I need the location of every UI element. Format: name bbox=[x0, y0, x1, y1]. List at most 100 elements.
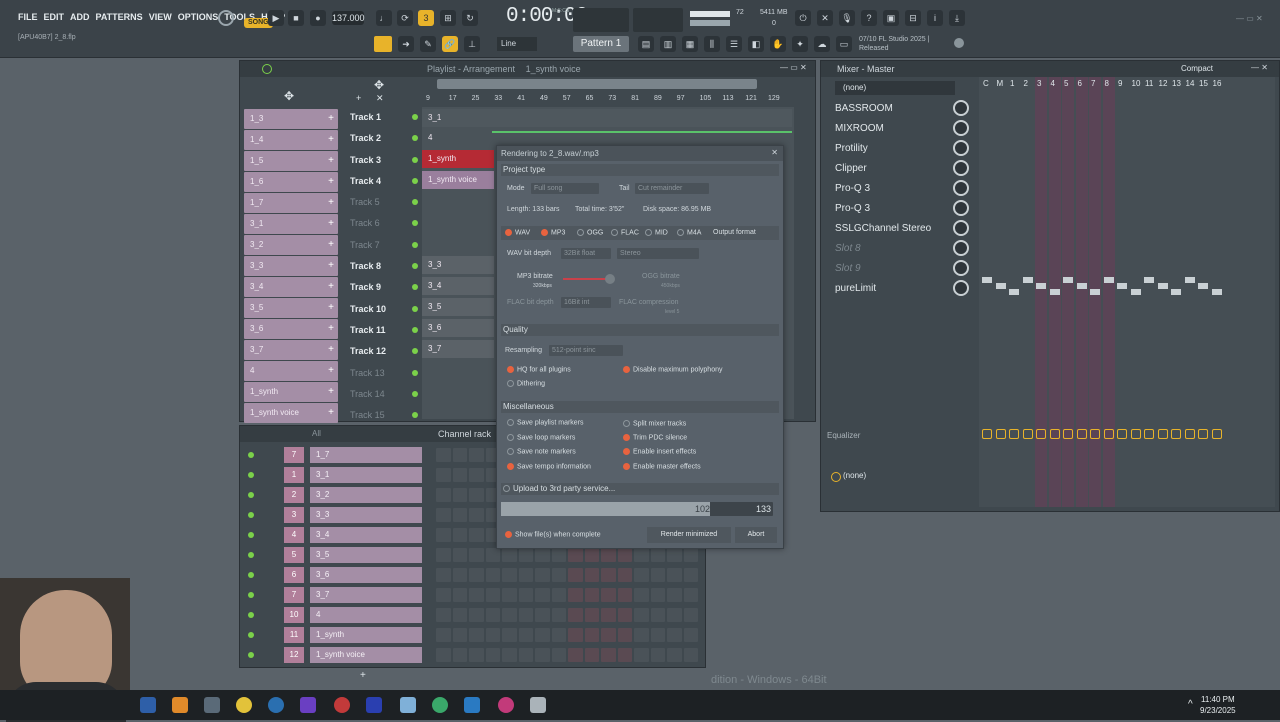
step-button[interactable] bbox=[485, 588, 500, 602]
upload-section[interactable]: Upload to 3rd party service... bbox=[501, 483, 779, 495]
mixer-strip[interactable]: 16 bbox=[1211, 77, 1223, 507]
volume-fader[interactable] bbox=[1117, 283, 1127, 289]
format-m4a[interactable]: M4A bbox=[677, 229, 701, 236]
step-button[interactable] bbox=[683, 628, 698, 642]
mix-level-knob-icon[interactable] bbox=[953, 160, 969, 176]
pattern-item[interactable]: 3_6 + bbox=[244, 319, 338, 339]
step-button[interactable] bbox=[634, 568, 649, 582]
track-header[interactable]: Track 6 bbox=[348, 213, 418, 234]
pattern-item[interactable]: 3_7 + bbox=[244, 340, 338, 360]
add-track-icon[interactable]: + bbox=[356, 93, 361, 103]
track-header[interactable]: Track 9 bbox=[348, 277, 418, 298]
news-panel[interactable]: 07/10 FL Studio 2025 | Released bbox=[859, 35, 929, 53]
channel-led-icon[interactable] bbox=[248, 472, 254, 478]
step-button[interactable] bbox=[502, 628, 517, 642]
fx-toggle-icon[interactable] bbox=[1144, 429, 1154, 439]
step-button[interactable] bbox=[617, 568, 632, 582]
move-pattern-icon[interactable]: + bbox=[328, 361, 334, 381]
search-icon[interactable] bbox=[268, 697, 284, 713]
mix-level-knob-icon[interactable] bbox=[953, 100, 969, 116]
step-button[interactable] bbox=[452, 508, 467, 522]
fx-toggle-icon[interactable] bbox=[1063, 429, 1073, 439]
step-button[interactable] bbox=[617, 548, 632, 562]
save-icon[interactable]: ▣ bbox=[883, 10, 899, 26]
move-pattern-icon[interactable]: + bbox=[328, 151, 334, 171]
step-button[interactable] bbox=[683, 588, 698, 602]
step-button[interactable] bbox=[502, 588, 517, 602]
step-button[interactable] bbox=[535, 608, 550, 622]
step-button[interactable] bbox=[617, 588, 632, 602]
link-icon[interactable]: 🔗 bbox=[442, 36, 458, 52]
mixer-track-number[interactable]: 1 bbox=[284, 467, 304, 483]
tools-icon[interactable]: ✦ bbox=[792, 36, 808, 52]
channel-name-button[interactable]: 3_4 bbox=[310, 527, 422, 543]
track-mute-icon[interactable] bbox=[412, 305, 418, 312]
format-wav[interactable]: WAV bbox=[505, 229, 530, 236]
step-button[interactable] bbox=[452, 648, 467, 662]
step-button[interactable] bbox=[452, 488, 467, 502]
pattern-item[interactable]: 1_4 + bbox=[244, 130, 338, 150]
fx-toggle-icon[interactable] bbox=[1130, 429, 1141, 439]
browser-icon[interactable]: ☰ bbox=[726, 36, 742, 52]
track-header[interactable]: Track 10 bbox=[348, 299, 418, 320]
tail-select[interactable]: Cut remainder bbox=[635, 183, 709, 194]
editor-icon[interactable] bbox=[400, 697, 416, 713]
stamp-icon[interactable]: ⊥ bbox=[464, 36, 480, 52]
fx-toggle-icon[interactable] bbox=[995, 429, 1006, 439]
fx-toggle-icon[interactable] bbox=[1103, 429, 1114, 439]
step-button[interactable] bbox=[469, 508, 484, 522]
effect-slot[interactable]: BASSROOM bbox=[827, 99, 969, 118]
move-pattern-icon[interactable]: + bbox=[328, 277, 334, 297]
channel-row[interactable]: 7 3_7 bbox=[246, 586, 698, 605]
step-button[interactable] bbox=[518, 588, 533, 602]
mixer-track-number[interactable]: 7 bbox=[284, 447, 304, 463]
move-pattern-icon[interactable]: + bbox=[328, 130, 334, 150]
system-clock[interactable]: 11:40 PM 9/23/2025 bbox=[1200, 694, 1236, 716]
step-button[interactable] bbox=[568, 568, 583, 582]
step-button[interactable] bbox=[683, 648, 698, 662]
mixer-track-number[interactable]: 7 bbox=[284, 587, 304, 603]
step-button[interactable] bbox=[584, 568, 599, 582]
channel-row[interactable]: 10 4 bbox=[246, 606, 698, 625]
pattern-item[interactable]: 1_6 + bbox=[244, 172, 338, 192]
channel-led-icon[interactable] bbox=[248, 572, 254, 578]
volume-fader[interactable] bbox=[1184, 277, 1195, 283]
step-button[interactable] bbox=[584, 628, 599, 642]
clip[interactable]: 3_1 bbox=[422, 109, 792, 127]
step-button[interactable] bbox=[452, 628, 467, 642]
move-pattern-icon[interactable]: + bbox=[328, 256, 334, 276]
channel-name-button[interactable]: 4 bbox=[310, 607, 422, 623]
effect-slot[interactable]: Slot 9 bbox=[827, 259, 969, 278]
channel-led-icon[interactable] bbox=[248, 652, 254, 658]
volume-fader[interactable] bbox=[1103, 277, 1114, 283]
move-pattern-icon[interactable]: + bbox=[328, 403, 334, 423]
move-pattern-icon[interactable]: + bbox=[328, 298, 334, 318]
pencil-icon[interactable]: ✎ bbox=[420, 36, 436, 52]
effect-slot[interactable]: SSLGChannel Stereo bbox=[827, 219, 969, 238]
help-icon[interactable]: ? bbox=[861, 10, 877, 26]
mixer-strip[interactable]: M bbox=[995, 77, 1007, 507]
volume-fader[interactable] bbox=[1157, 283, 1168, 289]
channel-led-icon[interactable] bbox=[248, 632, 254, 638]
step-button[interactable] bbox=[650, 628, 665, 642]
track-header[interactable]: Track 3 bbox=[348, 150, 418, 171]
trim-pdc-option[interactable]: Trim PDC silence bbox=[623, 434, 687, 441]
volume-fader[interactable] bbox=[995, 283, 1006, 289]
step-button[interactable] bbox=[502, 548, 517, 562]
save-playlist-markers-option[interactable]: Save playlist markers bbox=[507, 419, 584, 426]
volume-fader[interactable] bbox=[1171, 289, 1181, 295]
show-files-option[interactable]: Show file(s) when complete bbox=[505, 531, 601, 538]
move-pattern-icon[interactable]: + bbox=[328, 319, 334, 339]
mix-level-knob-icon[interactable] bbox=[953, 280, 969, 296]
channel-led-icon[interactable] bbox=[248, 492, 254, 498]
step-button[interactable] bbox=[551, 548, 566, 562]
mixer-track-number[interactable]: 3 bbox=[284, 507, 304, 523]
channel-name-button[interactable]: 3_1 bbox=[310, 467, 422, 483]
resampling-select[interactable]: 512-point sinc bbox=[549, 345, 623, 356]
plugin-icon[interactable]: ◧ bbox=[748, 36, 764, 52]
render-icon[interactable]: ⊟ bbox=[905, 10, 921, 26]
fl-studio-icon[interactable] bbox=[172, 697, 188, 713]
channels-select[interactable]: Stereo bbox=[617, 248, 699, 259]
mixer-strip[interactable]: C bbox=[981, 77, 993, 507]
step-button[interactable] bbox=[667, 628, 682, 642]
